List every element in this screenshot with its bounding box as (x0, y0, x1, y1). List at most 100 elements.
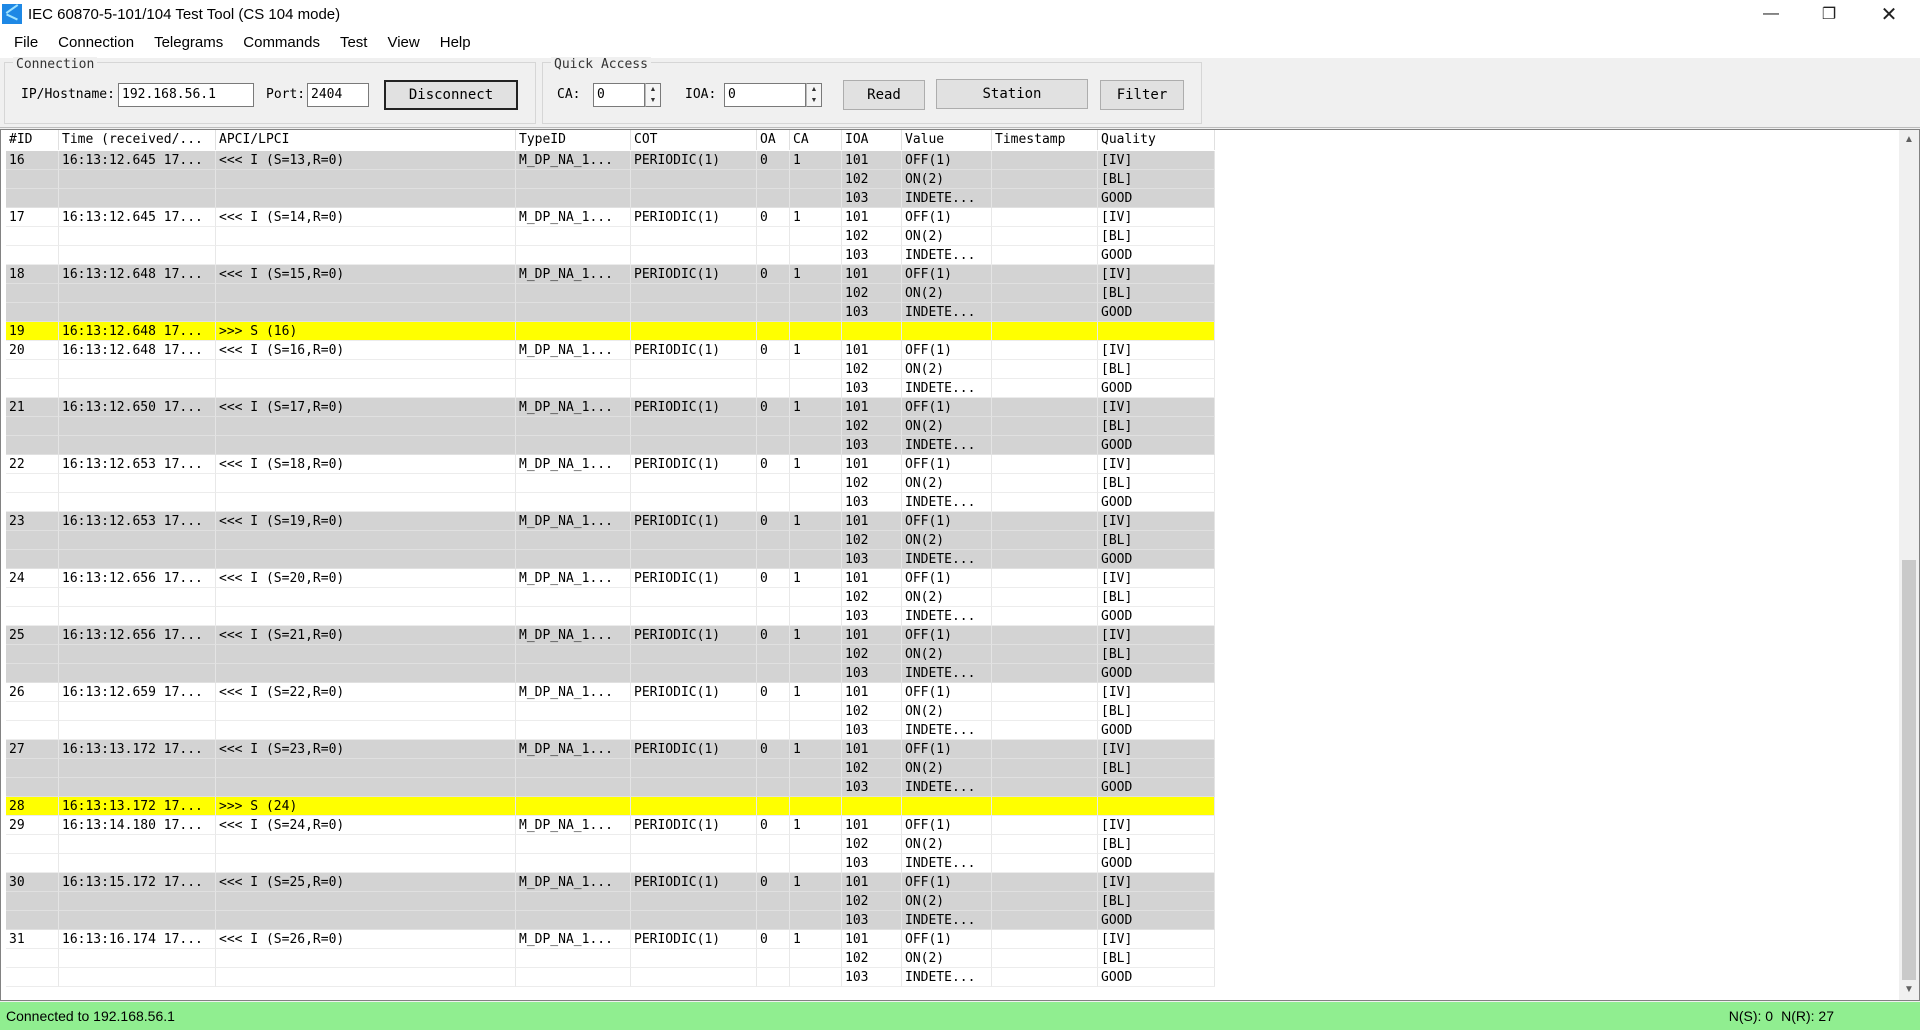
cell-ioa: 101 (842, 208, 902, 227)
cell-cot (631, 436, 757, 455)
cell-timestamp (992, 683, 1098, 702)
table-row[interactable]: 102 ON(2) [BL] (6, 759, 1215, 778)
restore-button[interactable]: ❐ (1800, 0, 1858, 28)
table-row[interactable]: 31 16:13:16.174 17... <<< I (S=26,R=0) M_DP… (6, 930, 1215, 949)
column-header-id[interactable]: #ID (6, 130, 59, 150)
cell-quality: GOOD (1098, 778, 1215, 797)
filter-button[interactable]: Filter (1100, 80, 1184, 110)
cell-time (59, 892, 216, 911)
table-row[interactable]: 21 16:13:12.650 17... <<< I (S=17,R=0) M_DP… (6, 398, 1215, 417)
telegram-grid[interactable]: #ID Time (received/... APCI/LPCI TypeID … (0, 129, 1920, 1001)
menu-file[interactable]: File (0, 28, 48, 58)
cell-ioa: 102 (842, 588, 902, 607)
cell-ca: 1 (790, 512, 842, 531)
table-row[interactable]: 102 ON(2) [BL] (6, 588, 1215, 607)
table-row[interactable]: 26 16:13:12.659 17... <<< I (S=22,R=0) M_DP… (6, 683, 1215, 702)
table-row[interactable]: 18 16:13:12.648 17... <<< I (S=15,R=0) M_DP… (6, 265, 1215, 284)
port-input[interactable]: 2404 (307, 83, 369, 107)
table-row[interactable]: 102 ON(2) [BL] (6, 892, 1215, 911)
menu-commands[interactable]: Commands (233, 28, 330, 58)
spin-down-icon[interactable]: ▼ (807, 95, 821, 106)
scrollbar-thumb[interactable] (1902, 560, 1916, 980)
table-row[interactable]: 102 ON(2) [BL] (6, 835, 1215, 854)
scroll-down-icon[interactable]: ▼ (1899, 980, 1919, 1000)
table-row[interactable]: 20 16:13:12.648 17... <<< I (S=16,R=0) M_DP… (6, 341, 1215, 360)
menu-telegrams[interactable]: Telegrams (144, 28, 233, 58)
table-row[interactable]: 16 16:13:12.645 17... <<< I (S=13,R=0) M_DP… (6, 151, 1215, 170)
table-row[interactable]: 103 INDETE... GOOD (6, 721, 1215, 740)
table-row[interactable]: 103 INDETE... GOOD (6, 303, 1215, 322)
table-row[interactable]: 103 INDETE... GOOD (6, 246, 1215, 265)
table-row[interactable]: 23 16:13:12.653 17... <<< I (S=19,R=0) M_DP… (6, 512, 1215, 531)
cell-quality: [BL] (1098, 949, 1215, 968)
column-header-ca[interactable]: CA (790, 130, 842, 150)
table-row[interactable]: 25 16:13:12.656 17... <<< I (S=21,R=0) M_DP… (6, 626, 1215, 645)
column-header-oa[interactable]: OA (757, 130, 790, 150)
table-row[interactable]: 27 16:13:13.172 17... <<< I (S=23,R=0) M_DP… (6, 740, 1215, 759)
ioa-spinner[interactable]: ▲ ▼ (806, 83, 822, 107)
minimize-button[interactable]: — (1742, 0, 1800, 28)
table-row[interactable]: 24 16:13:12.656 17... <<< I (S=20,R=0) M_DP… (6, 569, 1215, 588)
ca-input[interactable]: 0 (593, 83, 645, 107)
table-row[interactable]: 102 ON(2) [BL] (6, 284, 1215, 303)
disconnect-button[interactable]: Disconnect (384, 80, 518, 110)
table-row[interactable]: 103 INDETE... GOOD (6, 189, 1215, 208)
spin-down-icon[interactable]: ▼ (646, 95, 660, 106)
table-row[interactable]: 103 INDETE... GOOD (6, 664, 1215, 683)
ip-hostname-input[interactable]: 192.168.56.1 (118, 83, 254, 107)
cell-cot (631, 550, 757, 569)
table-row[interactable]: 103 INDETE... GOOD (6, 968, 1215, 987)
table-row[interactable]: 30 16:13:15.172 17... <<< I (S=25,R=0) M_DP… (6, 873, 1215, 892)
table-row[interactable]: 102 ON(2) [BL] (6, 227, 1215, 246)
table-row[interactable]: 102 ON(2) [BL] (6, 949, 1215, 968)
table-row[interactable]: 102 ON(2) [BL] (6, 360, 1215, 379)
table-row[interactable]: 103 INDETE... GOOD (6, 854, 1215, 873)
column-header-value[interactable]: Value (902, 130, 992, 150)
column-header-ioa[interactable]: IOA (842, 130, 902, 150)
table-row[interactable]: 103 INDETE... GOOD (6, 379, 1215, 398)
cell-oa (757, 759, 790, 778)
column-header-quality[interactable]: Quality (1098, 130, 1215, 150)
table-row[interactable]: 102 ON(2) [BL] (6, 474, 1215, 493)
table-row[interactable]: 29 16:13:14.180 17... <<< I (S=24,R=0) M_DP… (6, 816, 1215, 835)
table-row[interactable]: 102 ON(2) [BL] (6, 170, 1215, 189)
menu-test[interactable]: Test (330, 28, 378, 58)
menu-bar: File Connection Telegrams Commands Test … (0, 28, 1920, 58)
column-header-time[interactable]: Time (received/... (59, 130, 216, 150)
column-header-apci[interactable]: APCI/LPCI (216, 130, 516, 150)
vertical-scrollbar[interactable]: ▲ ▼ (1899, 130, 1919, 1000)
cell-apci (216, 721, 516, 740)
table-row[interactable]: 103 INDETE... GOOD (6, 607, 1215, 626)
table-row[interactable]: 103 INDETE... GOOD (6, 436, 1215, 455)
table-row[interactable]: 28 16:13:13.172 17... >>> S (24) (6, 797, 1215, 816)
cell-typeid: M_DP_NA_1... (516, 341, 631, 360)
cell-quality: [BL] (1098, 759, 1215, 778)
menu-connection[interactable]: Connection (48, 28, 144, 58)
cell-quality: [BL] (1098, 645, 1215, 664)
ca-spinner[interactable]: ▲ ▼ (645, 83, 661, 107)
column-header-cot[interactable]: COT (631, 130, 757, 150)
table-row[interactable]: 102 ON(2) [BL] (6, 645, 1215, 664)
ioa-input[interactable]: 0 (724, 83, 806, 107)
table-row[interactable]: 103 INDETE... GOOD (6, 911, 1215, 930)
read-button[interactable]: Read (843, 80, 925, 110)
table-row[interactable]: 17 16:13:12.645 17... <<< I (S=14,R=0) M_DP… (6, 208, 1215, 227)
table-row[interactable]: 102 ON(2) [BL] (6, 417, 1215, 436)
table-row[interactable]: 19 16:13:12.648 17... >>> S (16) (6, 322, 1215, 341)
table-row[interactable]: 22 16:13:12.653 17... <<< I (S=18,R=0) M_DP… (6, 455, 1215, 474)
column-header-timestamp[interactable]: Timestamp (992, 130, 1098, 150)
menu-help[interactable]: Help (430, 28, 481, 58)
close-button[interactable]: ✕ (1858, 0, 1920, 28)
station-button[interactable]: Station (936, 79, 1088, 109)
table-row[interactable]: 103 INDETE... GOOD (6, 778, 1215, 797)
table-row[interactable]: 103 INDETE... GOOD (6, 550, 1215, 569)
menu-view[interactable]: View (377, 28, 429, 58)
spin-up-icon[interactable]: ▲ (646, 84, 660, 95)
column-header-typeid[interactable]: TypeID (516, 130, 631, 150)
scroll-up-icon[interactable]: ▲ (1899, 130, 1919, 150)
table-row[interactable]: 102 ON(2) [BL] (6, 702, 1215, 721)
table-row[interactable]: 103 INDETE... GOOD (6, 493, 1215, 512)
table-row[interactable]: 102 ON(2) [BL] (6, 531, 1215, 550)
cell-apci: >>> S (24) (216, 797, 516, 816)
spin-up-icon[interactable]: ▲ (807, 84, 821, 95)
